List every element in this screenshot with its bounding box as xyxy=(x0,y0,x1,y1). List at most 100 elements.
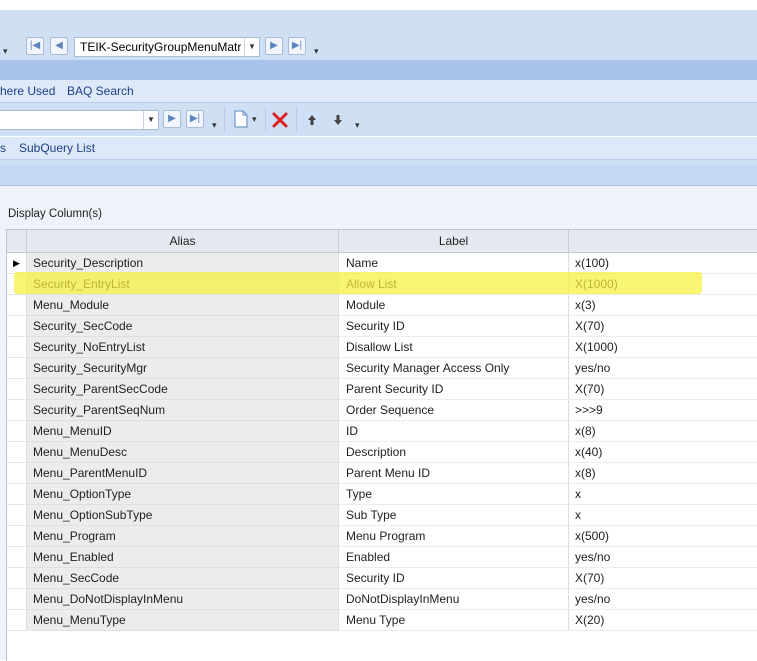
label-cell[interactable]: Menu Program xyxy=(339,526,569,547)
format-cell[interactable]: X(1000) xyxy=(569,274,757,295)
row-indicator-cell[interactable] xyxy=(7,568,27,589)
label-cell[interactable]: Enabled xyxy=(339,547,569,568)
format-cell[interactable]: yes/no xyxy=(569,358,757,379)
label-cell[interactable]: Security ID xyxy=(339,568,569,589)
format-cell[interactable]: X(1000) xyxy=(569,337,757,358)
alias-cell[interactable]: Menu_MenuDesc xyxy=(27,442,339,463)
menu-where-used[interactable]: here Used xyxy=(0,84,55,98)
format-cell[interactable]: X(70) xyxy=(569,316,757,337)
next-record-button[interactable]: ▶ xyxy=(265,37,283,55)
label-cell[interactable]: ID xyxy=(339,421,569,442)
chevron-down-icon[interactable]: ▼ xyxy=(244,38,259,56)
current-row-indicator-icon[interactable]: ▶ xyxy=(7,253,27,274)
alias-cell[interactable]: Menu_SecCode xyxy=(27,568,339,589)
format-cell[interactable]: x(8) xyxy=(569,463,757,484)
table-row[interactable]: Menu_DoNotDisplayInMenu DoNotDisplayInMen… xyxy=(7,589,757,610)
table-row[interactable]: Menu_OptionType Type x xyxy=(7,484,757,505)
alias-cell[interactable]: Menu_Enabled xyxy=(27,547,339,568)
alias-cell[interactable]: Menu_OptionSubType xyxy=(27,505,339,526)
label-cell[interactable]: Description xyxy=(339,442,569,463)
alias-cell[interactable]: Menu_DoNotDisplayInMenu xyxy=(27,589,339,610)
format-cell[interactable]: X(70) xyxy=(569,379,757,400)
next-subquery-button[interactable]: ▶ xyxy=(163,110,181,128)
header-label[interactable]: Label xyxy=(339,230,569,252)
row-indicator-cell[interactable] xyxy=(7,484,27,505)
table-row[interactable]: Menu_Program Menu Program x(500) xyxy=(7,526,757,547)
table-row[interactable]: Menu_Enabled Enabled yes/no xyxy=(7,547,757,568)
alias-cell[interactable]: Menu_MenuType xyxy=(27,610,339,631)
row-indicator-cell[interactable] xyxy=(7,274,27,295)
menu-baq-search[interactable]: BAQ Search xyxy=(67,84,134,98)
alias-cell[interactable]: Security_EntryList xyxy=(27,274,339,295)
format-cell[interactable]: >>>9 xyxy=(569,400,757,421)
table-row[interactable]: Menu_ParentMenuID Parent Menu ID x(8) xyxy=(7,463,757,484)
subquery-select[interactable]: ▼ xyxy=(0,110,159,130)
table-row[interactable]: Security_ParentSeqNum Order Sequence >>>9 xyxy=(7,400,757,421)
chevron-down-icon[interactable]: ▾ xyxy=(252,114,257,125)
format-cell[interactable]: x(100) xyxy=(569,253,757,274)
toolbar-overflow-icon[interactable]: ▾ xyxy=(212,120,217,131)
format-cell[interactable]: x(40) xyxy=(569,442,757,463)
format-cell[interactable]: X(70) xyxy=(569,568,757,589)
alias-cell[interactable]: Security_NoEntryList xyxy=(27,337,339,358)
row-indicator-cell[interactable] xyxy=(7,589,27,610)
menu-subquery-list[interactable]: SubQuery List xyxy=(19,141,95,155)
table-row[interactable]: Security_SecurityMgr Security Manager Acc… xyxy=(7,358,757,379)
label-cell[interactable]: Security ID xyxy=(339,316,569,337)
format-cell[interactable]: X(20) xyxy=(569,610,757,631)
table-row[interactable]: Security_EntryList Allow List X(1000) xyxy=(7,274,757,295)
last-record-button[interactable]: ▶| xyxy=(288,37,306,55)
format-cell[interactable]: x xyxy=(569,484,757,505)
format-cell[interactable]: x(500) xyxy=(569,526,757,547)
alias-cell[interactable]: Security_Description xyxy=(27,253,339,274)
table-row[interactable]: Security_SecCode Security ID X(70) xyxy=(7,316,757,337)
alias-cell[interactable]: Menu_Program xyxy=(27,526,339,547)
row-indicator-cell[interactable] xyxy=(7,421,27,442)
format-cell[interactable]: x(8) xyxy=(569,421,757,442)
label-cell[interactable]: Parent Menu ID xyxy=(339,463,569,484)
alias-cell[interactable]: Menu_MenuID xyxy=(27,421,339,442)
table-row[interactable]: Menu_MenuDesc Description x(40) xyxy=(7,442,757,463)
row-indicator-cell[interactable] xyxy=(7,379,27,400)
row-indicator-cell[interactable] xyxy=(7,505,27,526)
chevron-down-icon[interactable]: ▼ xyxy=(143,111,158,129)
alias-cell[interactable]: Menu_ParentMenuID xyxy=(27,463,339,484)
delete-icon[interactable] xyxy=(271,111,289,129)
last-subquery-button[interactable]: ▶| xyxy=(186,110,204,128)
label-cell[interactable]: Module xyxy=(339,295,569,316)
alias-cell[interactable]: Security_SecCode xyxy=(27,316,339,337)
label-cell[interactable]: Sub Type xyxy=(339,505,569,526)
label-cell[interactable]: Name xyxy=(339,253,569,274)
label-cell[interactable]: DoNotDisplayInMenu xyxy=(339,589,569,610)
format-cell[interactable]: x xyxy=(569,505,757,526)
alias-cell[interactable]: Menu_OptionType xyxy=(27,484,339,505)
format-cell[interactable]: yes/no xyxy=(569,589,757,610)
row-indicator-cell[interactable] xyxy=(7,442,27,463)
table-row[interactable]: Menu_MenuType Menu Type X(20) xyxy=(7,610,757,631)
record-select[interactable]: TEIK-SecurityGroupMenuMatr ▼ xyxy=(74,37,260,57)
table-row[interactable]: Security_ParentSecCode Parent Security ID… xyxy=(7,379,757,400)
format-cell[interactable]: x(3) xyxy=(569,295,757,316)
label-cell[interactable]: Allow List xyxy=(339,274,569,295)
toolbar-overflow-icon[interactable]: ▾ xyxy=(314,46,319,57)
table-row[interactable]: Security_NoEntryList Disallow List X(1000) xyxy=(7,337,757,358)
move-up-icon[interactable] xyxy=(306,113,318,127)
first-record-button[interactable]: |◀ xyxy=(26,37,44,55)
row-indicator-cell[interactable] xyxy=(7,526,27,547)
table-row[interactable]: Menu_SecCode Security ID X(70) xyxy=(7,568,757,589)
label-cell[interactable]: Security Manager Access Only xyxy=(339,358,569,379)
alias-cell[interactable]: Security_SecurityMgr xyxy=(27,358,339,379)
move-down-icon[interactable] xyxy=(332,113,344,127)
row-indicator-cell[interactable] xyxy=(7,316,27,337)
table-row[interactable]: Menu_Module Module x(3) xyxy=(7,295,757,316)
row-indicator-cell[interactable] xyxy=(7,400,27,421)
row-indicator-cell[interactable] xyxy=(7,610,27,631)
table-row[interactable]: Menu_MenuID ID x(8) xyxy=(7,421,757,442)
label-cell[interactable]: Type xyxy=(339,484,569,505)
row-indicator-cell[interactable] xyxy=(7,547,27,568)
new-document-icon[interactable] xyxy=(233,110,249,128)
previous-record-button[interactable]: ◀ xyxy=(50,37,68,55)
toolbar-overflow-icon[interactable]: ▾ xyxy=(355,120,360,131)
header-format[interactable] xyxy=(569,230,757,252)
header-alias[interactable]: Alias xyxy=(27,230,339,252)
